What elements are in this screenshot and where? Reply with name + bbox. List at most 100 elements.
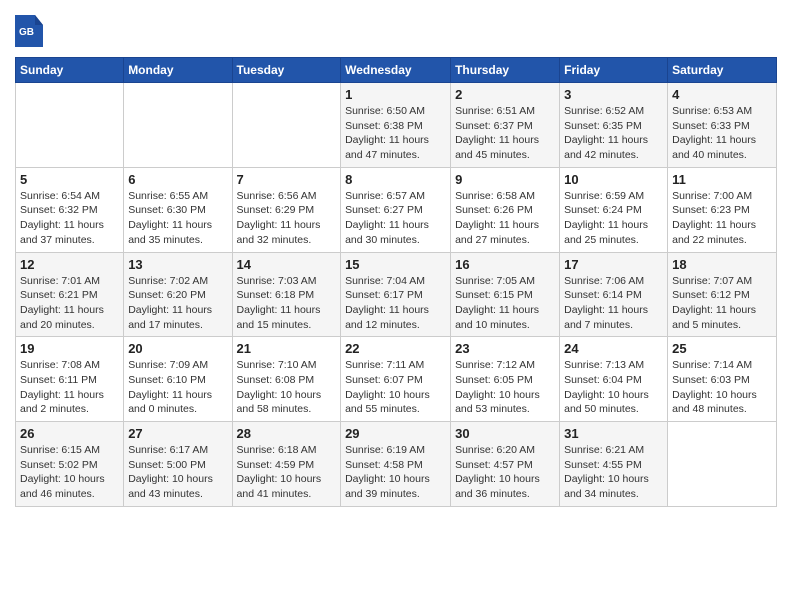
calendar-cell: 21Sunrise: 7:10 AM Sunset: 6:08 PM Dayli… (232, 337, 341, 422)
calendar-table: SundayMondayTuesdayWednesdayThursdayFrid… (15, 57, 777, 507)
day-info: Sunrise: 7:12 AM Sunset: 6:05 PM Dayligh… (455, 358, 555, 417)
day-number: 5 (20, 172, 119, 187)
day-number: 13 (128, 257, 227, 272)
day-info: Sunrise: 7:05 AM Sunset: 6:15 PM Dayligh… (455, 274, 555, 333)
calendar-cell: 7Sunrise: 6:56 AM Sunset: 6:29 PM Daylig… (232, 167, 341, 252)
day-number: 14 (237, 257, 337, 272)
day-number: 3 (564, 87, 663, 102)
calendar-cell: 14Sunrise: 7:03 AM Sunset: 6:18 PM Dayli… (232, 252, 341, 337)
day-info: Sunrise: 6:15 AM Sunset: 5:02 PM Dayligh… (20, 443, 119, 502)
calendar-cell: 28 Sunrise: 6:18 AM Sunset: 4:59 PM Dayli… (232, 422, 341, 507)
calendar-cell: 16 Sunrise: 7:05 AM Sunset: 6:15 PM Dayli… (451, 252, 560, 337)
day-number: 20 (128, 341, 227, 356)
weekday-header-sunday: Sunday (16, 58, 124, 83)
calendar-cell: 31 Sunrise: 6:21 AM Sunset: 4:55 PM Dayli… (560, 422, 668, 507)
weekday-header-saturday: Saturday (668, 58, 777, 83)
day-info: Sunrise: 6:53 AM Sunset: 6:33 PM Dayligh… (672, 104, 772, 163)
day-number: 21 (237, 341, 337, 356)
day-number: 15 (345, 257, 446, 272)
day-info: Sunrise: 7:14 AM Sunset: 6:03 PM Dayligh… (672, 358, 772, 417)
day-number: 6 (128, 172, 227, 187)
day-number: 26 (20, 426, 119, 441)
day-info: Sunrise: 6:19 AM Sunset: 4:58 PM Dayligh… (345, 443, 446, 502)
day-number: 18 (672, 257, 772, 272)
day-info: Sunrise: 6:51 AM Sunset: 6:37 PM Dayligh… (455, 104, 555, 163)
day-number: 30 (455, 426, 555, 441)
day-number: 10 (564, 172, 663, 187)
weekday-header-wednesday: Wednesday (341, 58, 451, 83)
weekday-header-friday: Friday (560, 58, 668, 83)
day-info: Sunrise: 6:55 AM Sunset: 6:30 PM Dayligh… (128, 189, 227, 248)
day-number: 8 (345, 172, 446, 187)
calendar-cell: 17 Sunrise: 7:06 AM Sunset: 6:14 PM Dayli… (560, 252, 668, 337)
day-number: 31 (564, 426, 663, 441)
day-info: Sunrise: 7:02 AM Sunset: 6:20 PM Dayligh… (128, 274, 227, 333)
calendar-cell: 2Sunrise: 6:51 AM Sunset: 6:37 PM Daylig… (451, 83, 560, 168)
calendar-cell: 4 Sunrise: 6:53 AM Sunset: 6:33 PM Daylig… (668, 83, 777, 168)
day-number: 11 (672, 172, 772, 187)
calendar-cell: 8 Sunrise: 6:57 AM Sunset: 6:27 PM Daylig… (341, 167, 451, 252)
calendar-cell: 23 Sunrise: 7:12 AM Sunset: 6:05 PM Dayli… (451, 337, 560, 422)
calendar-cell: 22 Sunrise: 7:11 AM Sunset: 6:07 PM Dayli… (341, 337, 451, 422)
calendar-cell: 26 Sunrise: 6:15 AM Sunset: 5:02 PM Dayli… (16, 422, 124, 507)
calendar-cell: 30 Sunrise: 6:20 AM Sunset: 4:57 PM Dayli… (451, 422, 560, 507)
day-number: 23 (455, 341, 555, 356)
logo-icon: GB (15, 15, 43, 47)
svg-text:GB: GB (19, 27, 34, 38)
day-info: Sunrise: 7:08 AM Sunset: 6:11 PM Dayligh… (20, 358, 119, 417)
calendar-cell: 20 Sunrise: 7:09 AM Sunset: 6:10 PM Dayli… (124, 337, 232, 422)
calendar-cell: 5 Sunrise: 6:54 AM Sunset: 6:32 PM Daylig… (16, 167, 124, 252)
day-info: Sunrise: 6:18 AM Sunset: 4:59 PM Dayligh… (237, 443, 337, 502)
day-number: 12 (20, 257, 119, 272)
calendar-cell: 6 Sunrise: 6:55 AM Sunset: 6:30 PM Daylig… (124, 167, 232, 252)
calendar-cell: 24 Sunrise: 7:13 AM Sunset: 6:04 PM Dayli… (560, 337, 668, 422)
day-info: Sunrise: 7:11 AM Sunset: 6:07 PM Dayligh… (345, 358, 446, 417)
page-header: GB (15, 15, 777, 47)
day-number: 1 (345, 87, 446, 102)
day-info: Sunrise: 7:07 AM Sunset: 6:12 PM Dayligh… (672, 274, 772, 333)
day-number: 25 (672, 341, 772, 356)
day-info: Sunrise: 6:57 AM Sunset: 6:27 PM Dayligh… (345, 189, 446, 248)
day-info: Sunrise: 7:01 AM Sunset: 6:21 PM Dayligh… (20, 274, 119, 333)
day-number: 27 (128, 426, 227, 441)
day-number: 16 (455, 257, 555, 272)
calendar-cell (668, 422, 777, 507)
day-info: Sunrise: 6:21 AM Sunset: 4:55 PM Dayligh… (564, 443, 663, 502)
logo: GB (15, 15, 43, 47)
day-number: 7 (237, 172, 337, 187)
calendar-cell: 27 Sunrise: 6:17 AM Sunset: 5:00 PM Dayli… (124, 422, 232, 507)
calendar-cell: 29 Sunrise: 6:19 AM Sunset: 4:58 PM Dayli… (341, 422, 451, 507)
day-number: 22 (345, 341, 446, 356)
day-number: 17 (564, 257, 663, 272)
day-info: Sunrise: 7:00 AM Sunset: 6:23 PM Dayligh… (672, 189, 772, 248)
weekday-header-thursday: Thursday (451, 58, 560, 83)
day-info: Sunrise: 6:59 AM Sunset: 6:24 PM Dayligh… (564, 189, 663, 248)
day-info: Sunrise: 6:20 AM Sunset: 4:57 PM Dayligh… (455, 443, 555, 502)
day-info: Sunrise: 6:17 AM Sunset: 5:00 PM Dayligh… (128, 443, 227, 502)
calendar-cell: 9 Sunrise: 6:58 AM Sunset: 6:26 PM Daylig… (451, 167, 560, 252)
day-number: 29 (345, 426, 446, 441)
day-info: Sunrise: 6:50 AM Sunset: 6:38 PM Dayligh… (345, 104, 446, 163)
day-number: 24 (564, 341, 663, 356)
day-info: Sunrise: 7:06 AM Sunset: 6:14 PM Dayligh… (564, 274, 663, 333)
calendar-cell: 3 Sunrise: 6:52 AM Sunset: 6:35 PM Daylig… (560, 83, 668, 168)
calendar-cell: 1 Sunrise: 6:50 AM Sunset: 6:38 PM Daylig… (341, 83, 451, 168)
day-info: Sunrise: 6:52 AM Sunset: 6:35 PM Dayligh… (564, 104, 663, 163)
day-info: Sunrise: 7:09 AM Sunset: 6:10 PM Dayligh… (128, 358, 227, 417)
calendar-cell (232, 83, 341, 168)
calendar-cell: 13 Sunrise: 7:02 AM Sunset: 6:20 PM Dayli… (124, 252, 232, 337)
day-info: Sunrise: 6:54 AM Sunset: 6:32 PM Dayligh… (20, 189, 119, 248)
day-info: Sunrise: 7:04 AM Sunset: 6:17 PM Dayligh… (345, 274, 446, 333)
day-info: Sunrise: 6:58 AM Sunset: 6:26 PM Dayligh… (455, 189, 555, 248)
calendar-cell: 15 Sunrise: 7:04 AM Sunset: 6:17 PM Dayli… (341, 252, 451, 337)
calendar-cell: 11 Sunrise: 7:00 AM Sunset: 6:23 PM Dayli… (668, 167, 777, 252)
day-number: 4 (672, 87, 772, 102)
day-number: 19 (20, 341, 119, 356)
weekday-header-monday: Monday (124, 58, 232, 83)
day-number: 28 (237, 426, 337, 441)
day-info: Sunrise: 7:13 AM Sunset: 6:04 PM Dayligh… (564, 358, 663, 417)
calendar-cell (124, 83, 232, 168)
calendar-cell: 25 Sunrise: 7:14 AM Sunset: 6:03 PM Dayli… (668, 337, 777, 422)
calendar-cell: 18 Sunrise: 7:07 AM Sunset: 6:12 PM Dayli… (668, 252, 777, 337)
day-number: 9 (455, 172, 555, 187)
